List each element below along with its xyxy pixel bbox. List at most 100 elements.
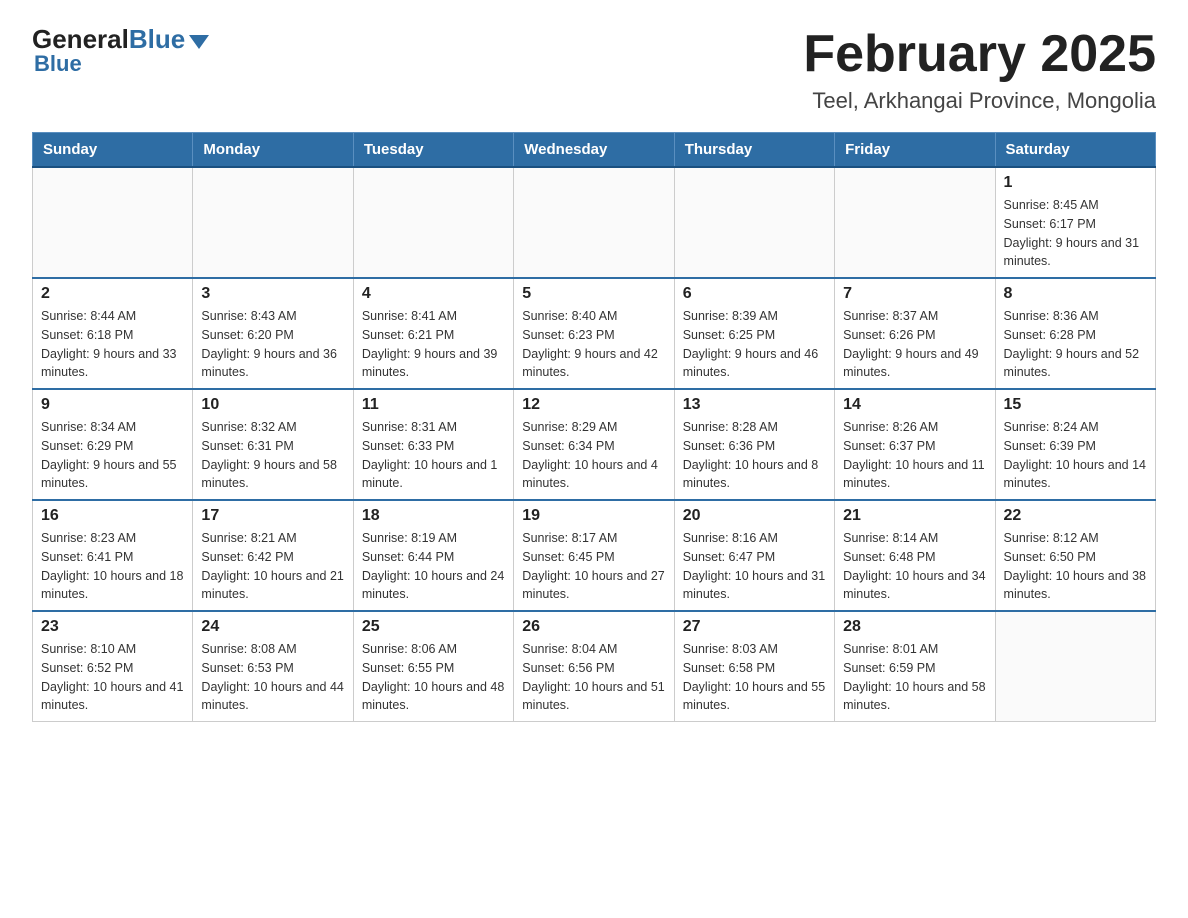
header-sunday: Sunday (33, 133, 193, 168)
calendar-cell: 16 Sunrise: 8:23 AMSunset: 6:41 PMDayligh… (33, 500, 193, 611)
calendar-week-row: 23 Sunrise: 8:10 AMSunset: 6:52 PMDayligh… (33, 611, 1156, 722)
day-info: Sunrise: 8:43 AMSunset: 6:20 PMDaylight:… (201, 307, 344, 382)
calendar-week-row: 16 Sunrise: 8:23 AMSunset: 6:41 PMDayligh… (33, 500, 1156, 611)
day-number: 6 (683, 285, 826, 303)
calendar-cell: 25 Sunrise: 8:06 AMSunset: 6:55 PMDayligh… (353, 611, 513, 722)
day-info: Sunrise: 8:41 AMSunset: 6:21 PMDaylight:… (362, 307, 505, 382)
header-wednesday: Wednesday (514, 133, 674, 168)
calendar-cell: 3 Sunrise: 8:43 AMSunset: 6:20 PMDaylight… (193, 278, 353, 389)
day-info: Sunrise: 8:26 AMSunset: 6:37 PMDaylight:… (843, 418, 986, 493)
day-number: 7 (843, 285, 986, 303)
day-info: Sunrise: 8:03 AMSunset: 6:58 PMDaylight:… (683, 640, 826, 715)
day-number: 8 (1004, 285, 1147, 303)
calendar-cell: 14 Sunrise: 8:26 AMSunset: 6:37 PMDayligh… (835, 389, 995, 500)
day-number: 24 (201, 618, 344, 636)
logo-blue: Blue (129, 24, 185, 55)
day-info: Sunrise: 8:16 AMSunset: 6:47 PMDaylight:… (683, 529, 826, 604)
calendar-cell (514, 167, 674, 278)
day-number: 13 (683, 396, 826, 414)
day-number: 5 (522, 285, 665, 303)
calendar-cell: 15 Sunrise: 8:24 AMSunset: 6:39 PMDayligh… (995, 389, 1155, 500)
calendar-cell (33, 167, 193, 278)
day-info: Sunrise: 8:39 AMSunset: 6:25 PMDaylight:… (683, 307, 826, 382)
calendar-cell: 18 Sunrise: 8:19 AMSunset: 6:44 PMDayligh… (353, 500, 513, 611)
calendar-cell: 4 Sunrise: 8:41 AMSunset: 6:21 PMDaylight… (353, 278, 513, 389)
calendar-cell: 21Sunrise: 8:14 AMSunset: 6:48 PMDayligh… (835, 500, 995, 611)
calendar-cell: 20 Sunrise: 8:16 AMSunset: 6:47 PMDayligh… (674, 500, 834, 611)
day-info: Sunrise: 8:29 AMSunset: 6:34 PMDaylight:… (522, 418, 665, 493)
day-number: 3 (201, 285, 344, 303)
day-number: 4 (362, 285, 505, 303)
calendar-title: February 2025 (803, 24, 1156, 84)
day-info: Sunrise: 8:32 AMSunset: 6:31 PMDaylight:… (201, 418, 344, 493)
day-number: 23 (41, 618, 184, 636)
day-number: 16 (41, 507, 184, 525)
calendar-cell: 26 Sunrise: 8:04 AMSunset: 6:56 PMDayligh… (514, 611, 674, 722)
calendar-table: Sunday Monday Tuesday Wednesday Thursday… (32, 132, 1156, 722)
calendar-cell (835, 167, 995, 278)
day-number: 2 (41, 285, 184, 303)
day-number: 11 (362, 396, 505, 414)
calendar-cell: 24 Sunrise: 8:08 AMSunset: 6:53 PMDayligh… (193, 611, 353, 722)
calendar-cell: 22 Sunrise: 8:12 AMSunset: 6:50 PMDayligh… (995, 500, 1155, 611)
header-monday: Monday (193, 133, 353, 168)
day-number: 20 (683, 507, 826, 525)
calendar-cell: 1 Sunrise: 8:45 AMSunset: 6:17 PMDaylight… (995, 167, 1155, 278)
calendar-cell (193, 167, 353, 278)
day-info: Sunrise: 8:01 AMSunset: 6:59 PMDaylight:… (843, 640, 986, 715)
calendar-cell: 5 Sunrise: 8:40 AMSunset: 6:23 PMDaylight… (514, 278, 674, 389)
day-info: Sunrise: 8:45 AMSunset: 6:17 PMDaylight:… (1004, 196, 1147, 271)
day-info: Sunrise: 8:40 AMSunset: 6:23 PMDaylight:… (522, 307, 665, 382)
day-info: Sunrise: 8:04 AMSunset: 6:56 PMDaylight:… (522, 640, 665, 715)
header-saturday: Saturday (995, 133, 1155, 168)
day-info: Sunrise: 8:44 AMSunset: 6:18 PMDaylight:… (41, 307, 184, 382)
day-number: 14 (843, 396, 986, 414)
day-info: Sunrise: 8:34 AMSunset: 6:29 PMDaylight:… (41, 418, 184, 493)
day-number: 25 (362, 618, 505, 636)
day-number: 26 (522, 618, 665, 636)
logo: General Blue Blue (32, 24, 209, 77)
calendar-cell: 6 Sunrise: 8:39 AMSunset: 6:25 PMDaylight… (674, 278, 834, 389)
calendar-subtitle: Teel, Arkhangai Province, Mongolia (803, 88, 1156, 114)
calendar-cell: 10Sunrise: 8:32 AMSunset: 6:31 PMDayligh… (193, 389, 353, 500)
day-info: Sunrise: 8:36 AMSunset: 6:28 PMDaylight:… (1004, 307, 1147, 382)
day-number: 9 (41, 396, 184, 414)
day-info: Sunrise: 8:28 AMSunset: 6:36 PMDaylight:… (683, 418, 826, 493)
day-number: 15 (1004, 396, 1147, 414)
calendar-cell: 2 Sunrise: 8:44 AMSunset: 6:18 PMDaylight… (33, 278, 193, 389)
day-number: 12 (522, 396, 665, 414)
header-friday: Friday (835, 133, 995, 168)
day-number: 21 (843, 507, 986, 525)
calendar-cell: 17 Sunrise: 8:21 AMSunset: 6:42 PMDayligh… (193, 500, 353, 611)
page-header: General Blue Blue February 2025 Teel, Ar… (32, 24, 1156, 114)
calendar-cell: 28 Sunrise: 8:01 AMSunset: 6:59 PMDayligh… (835, 611, 995, 722)
calendar-week-row: 2 Sunrise: 8:44 AMSunset: 6:18 PMDaylight… (33, 278, 1156, 389)
calendar-cell: 27 Sunrise: 8:03 AMSunset: 6:58 PMDayligh… (674, 611, 834, 722)
calendar-cell: 8 Sunrise: 8:36 AMSunset: 6:28 PMDaylight… (995, 278, 1155, 389)
day-info: Sunrise: 8:37 AMSunset: 6:26 PMDaylight:… (843, 307, 986, 382)
day-info: Sunrise: 8:23 AMSunset: 6:41 PMDaylight:… (41, 529, 184, 604)
day-number: 18 (362, 507, 505, 525)
calendar-header-row: Sunday Monday Tuesday Wednesday Thursday… (33, 133, 1156, 168)
calendar-cell: 7 Sunrise: 8:37 AMSunset: 6:26 PMDaylight… (835, 278, 995, 389)
day-info: Sunrise: 8:24 AMSunset: 6:39 PMDaylight:… (1004, 418, 1147, 493)
header-tuesday: Tuesday (353, 133, 513, 168)
day-info: Sunrise: 8:19 AMSunset: 6:44 PMDaylight:… (362, 529, 505, 604)
day-info: Sunrise: 8:06 AMSunset: 6:55 PMDaylight:… (362, 640, 505, 715)
day-number: 17 (201, 507, 344, 525)
calendar-week-row: 1 Sunrise: 8:45 AMSunset: 6:17 PMDaylight… (33, 167, 1156, 278)
day-info: Sunrise: 8:21 AMSunset: 6:42 PMDaylight:… (201, 529, 344, 604)
calendar-cell: 9 Sunrise: 8:34 AMSunset: 6:29 PMDaylight… (33, 389, 193, 500)
day-info: Sunrise: 8:08 AMSunset: 6:53 PMDaylight:… (201, 640, 344, 715)
day-info: Sunrise: 8:10 AMSunset: 6:52 PMDaylight:… (41, 640, 184, 715)
day-info: Sunrise: 8:31 AMSunset: 6:33 PMDaylight:… (362, 418, 505, 493)
calendar-cell: 13 Sunrise: 8:28 AMSunset: 6:36 PMDayligh… (674, 389, 834, 500)
day-info: Sunrise: 8:17 AMSunset: 6:45 PMDaylight:… (522, 529, 665, 604)
logo-arrow-icon (189, 35, 209, 49)
day-number: 27 (683, 618, 826, 636)
calendar-cell (674, 167, 834, 278)
day-info: Sunrise: 8:12 AMSunset: 6:50 PMDaylight:… (1004, 529, 1147, 604)
day-number: 28 (843, 618, 986, 636)
day-number: 22 (1004, 507, 1147, 525)
day-number: 1 (1004, 174, 1147, 192)
